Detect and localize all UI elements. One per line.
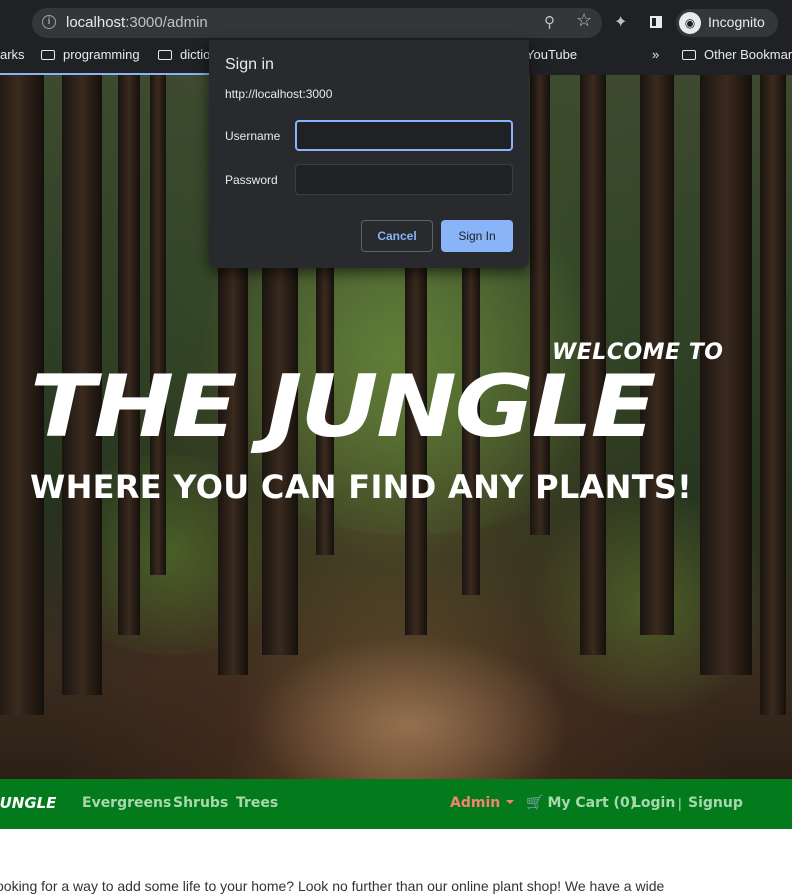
admin-label: Admin [450, 795, 501, 811]
tree-trunk [530, 75, 550, 535]
bookmark-youtube[interactable]: YouTube [526, 47, 577, 62]
tree-trunk [760, 75, 786, 715]
folder-icon [682, 50, 696, 60]
bookmark-folder-other[interactable]: Other Bookmar [682, 47, 792, 62]
profile-label: Incognito [708, 14, 765, 30]
incognito-profile-button[interactable]: ◉ Incognito [676, 9, 778, 37]
site-navbar: JUNGLE Evergreens Shrubs Trees Admin 🛒 My… [0, 779, 792, 829]
dialog-title: Sign in [225, 56, 274, 73]
nav-separator: | [678, 795, 682, 811]
tree-trunk [118, 75, 140, 635]
bookmark-label: programming [63, 47, 140, 62]
hero-tagline: WHERE YOU CAN FIND ANY PLANTS! [30, 468, 693, 506]
incognito-icon: ◉ [679, 12, 701, 34]
signup-link[interactable]: Signup [688, 795, 743, 811]
site-info-icon[interactable]: i [42, 15, 56, 29]
login-link[interactable]: Login [632, 795, 675, 811]
folder-icon [41, 50, 55, 60]
url-text[interactable]: localhost:3000/admin [66, 14, 208, 31]
address-bar[interactable]: i localhost:3000/admin ⚲ ☆ [32, 8, 602, 38]
forest-path [250, 635, 570, 779]
hero-title: THE JUNGLE [30, 357, 656, 457]
dialog-origin: http://localhost:3000 [225, 87, 333, 101]
brand-logo[interactable]: JUNGLE [0, 794, 56, 812]
caret-down-icon [506, 800, 515, 804]
bookmark-folder-programming[interactable]: programming [41, 47, 140, 62]
admin-dropdown[interactable]: Admin [450, 795, 515, 811]
bookmark-label: Other Bookmar [704, 47, 792, 62]
password-field[interactable] [295, 164, 513, 195]
nav-link-shrubs[interactable]: Shrubs [173, 795, 228, 811]
url-path: :3000/admin [125, 14, 208, 31]
cancel-button[interactable]: Cancel [361, 220, 433, 252]
folder-icon [158, 50, 172, 60]
extensions-puzzle-icon[interactable]: ✦ [614, 12, 627, 32]
cart-icon: 🛒 [526, 795, 544, 811]
my-cart-link[interactable]: 🛒 My Cart (0) [526, 795, 636, 811]
bookmark-folder-dictio[interactable]: dictio [158, 47, 210, 62]
bookmark-label: dictio [180, 47, 211, 62]
side-panel-icon[interactable] [650, 16, 662, 28]
password-label: Password [225, 173, 278, 187]
sign-in-button[interactable]: Sign In [441, 220, 513, 252]
tree-trunk [700, 75, 752, 675]
zoom-icon[interactable]: ⚲ [544, 13, 562, 31]
nav-link-trees[interactable]: Trees [236, 795, 278, 811]
username-label: Username [225, 129, 281, 143]
bookmark-item[interactable]: arks [0, 47, 25, 62]
nav-link-evergreens[interactable]: Evergreens [82, 795, 171, 811]
cart-label: My Cart (0) [547, 795, 637, 811]
bookmark-star-icon[interactable]: ☆ [576, 10, 592, 31]
bookmarks-overflow-chevron-icon[interactable]: » [652, 47, 659, 62]
sign-in-dialog: Sign in http://localhost:3000 Username P… [209, 40, 529, 268]
username-field[interactable] [295, 120, 513, 151]
url-host: localhost [66, 14, 126, 31]
